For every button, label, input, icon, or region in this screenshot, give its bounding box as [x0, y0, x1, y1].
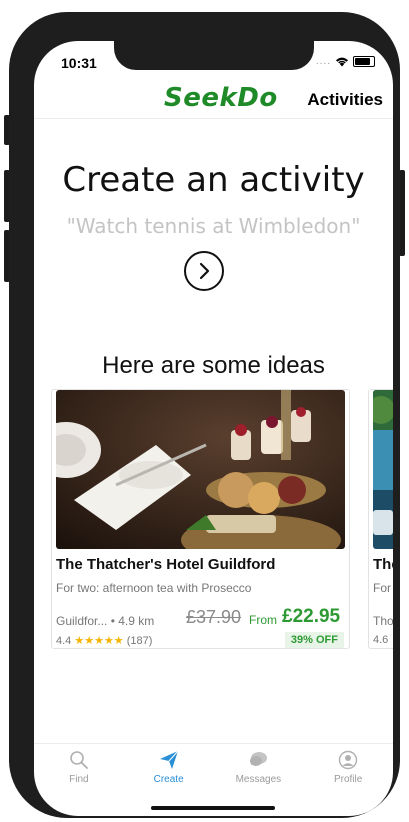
signal-icon: .... — [315, 56, 331, 67]
lake-photo — [373, 390, 393, 549]
review-count: (187) — [126, 635, 153, 647]
tab-find[interactable]: Find — [34, 744, 124, 792]
card-location: Guildfor... • 4.9 km — [56, 614, 155, 628]
create-activity-title: Create an activity — [62, 160, 365, 200]
card-subtitle: For two: afternoon tea with Prosecco — [56, 581, 252, 595]
wifi-icon — [336, 57, 348, 67]
card-subtitle: For — [373, 581, 391, 595]
phone-frame: 10:31 .... SeekDo Activities Create an a… — [9, 12, 400, 818]
send-icon — [159, 750, 178, 769]
chat-icon — [250, 752, 268, 766]
idea-card[interactable]: The For Tho 4.6 — [368, 389, 393, 649]
rating-value: 4.4 — [56, 635, 72, 647]
status-indicators: .... — [316, 56, 375, 67]
card-from-label: From — [249, 613, 277, 627]
idea-card[interactable]: The Thatcher's Hotel Guildford For two: … — [51, 389, 350, 649]
chevron-right-icon — [199, 262, 210, 280]
rating-value: 4.6 — [373, 634, 389, 646]
tab-label: Create — [153, 774, 184, 785]
card-rating: 4.4 ★★★★★ (187) — [56, 634, 152, 647]
card-price: £22.95 — [282, 606, 341, 627]
card-title: The Thatcher's Hotel Guildford — [56, 556, 276, 573]
tab-bar: Find Create Messages Profile — [34, 743, 393, 792]
discount-badge: 39% OFF — [284, 632, 344, 648]
activity-input[interactable]: "Watch tennis at Wimbledon" — [34, 214, 393, 238]
header-divider — [34, 118, 393, 119]
submit-activity-button[interactable] — [184, 251, 224, 291]
activities-link[interactable]: Activities — [307, 90, 383, 110]
battery-icon — [353, 56, 375, 67]
tab-label: Profile — [333, 774, 363, 785]
afternoon-tea-photo — [56, 390, 345, 549]
tab-messages[interactable]: Messages — [214, 744, 304, 792]
star-rating-icon: ★★★★★ — [74, 635, 124, 647]
device-notch — [114, 41, 314, 70]
search-icon — [70, 751, 88, 769]
status-time: 10:31 — [61, 55, 97, 71]
card-location: Tho — [373, 614, 393, 628]
app-logo: SeekDo — [164, 83, 278, 113]
card-title: The — [373, 556, 393, 573]
tab-label: Messages — [235, 774, 282, 785]
profile-icon — [338, 750, 358, 770]
tab-create[interactable]: Create — [124, 744, 214, 792]
tab-profile[interactable]: Profile — [303, 744, 393, 792]
app-screen: 10:31 .... SeekDo Activities Create an a… — [34, 41, 393, 816]
tab-label: Find — [69, 774, 89, 785]
ideas-title: Here are some ideas — [102, 352, 325, 379]
home-indicator[interactable] — [151, 806, 275, 810]
card-original-price: £37.90 — [186, 607, 242, 627]
card-rating: 4.6 — [373, 634, 388, 646]
